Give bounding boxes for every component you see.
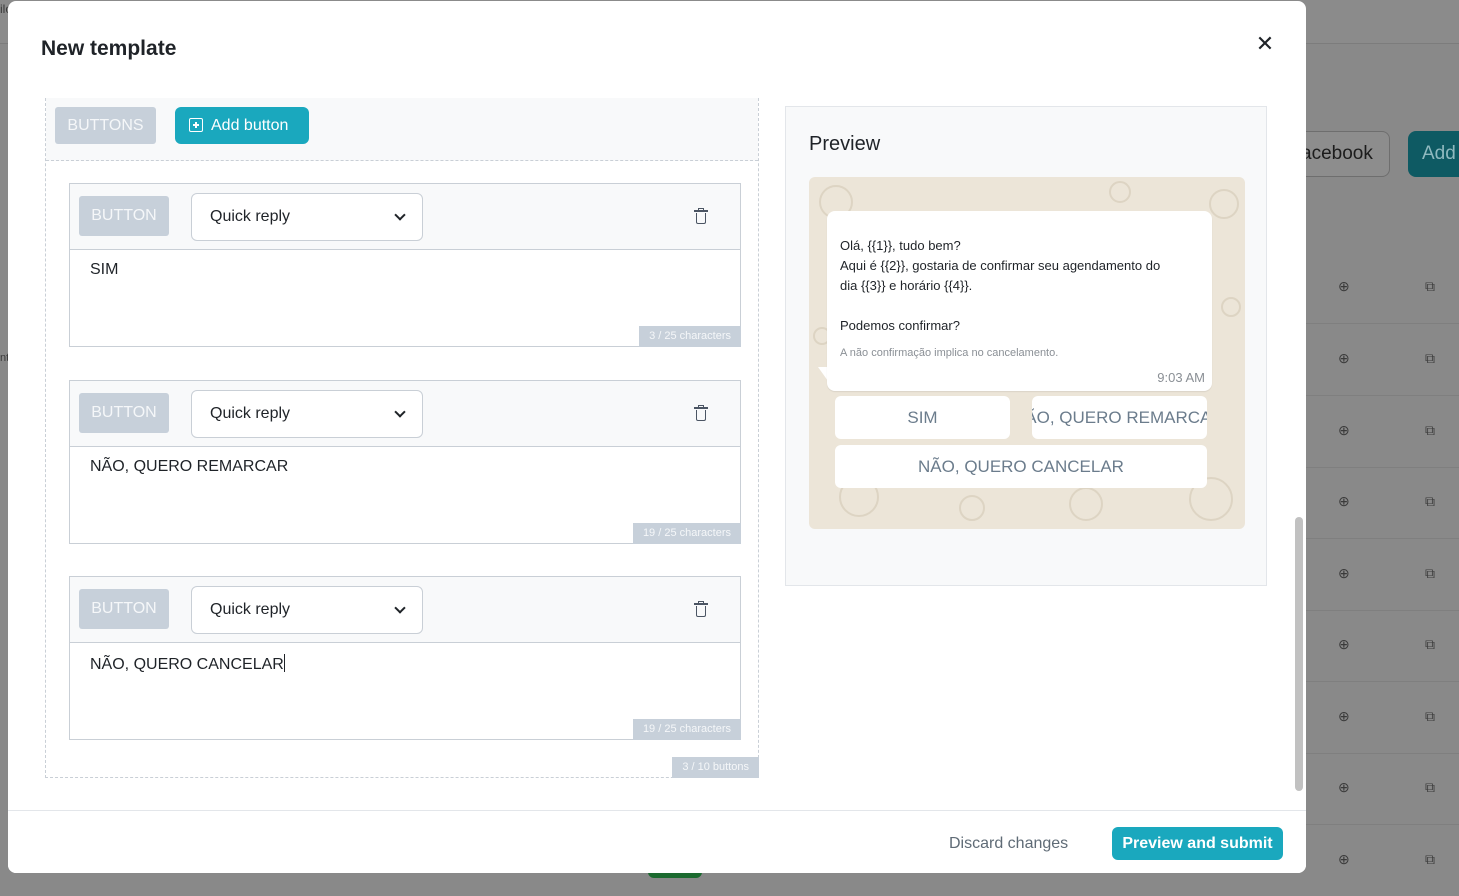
quick-reply-text: NÃO, QUERO REMARCAR: [1032, 408, 1207, 427]
buttons-counter: 3 / 10 buttons: [672, 757, 759, 778]
message-line: dia {{3}} e horário {{4}}.: [840, 278, 973, 293]
background-add-button: Add: [1408, 131, 1459, 177]
button-type-select[interactable]: Quick reply: [191, 586, 423, 634]
background-row: ⊕ ⧉: [1306, 467, 1459, 539]
copy-icon: ⧉: [1425, 708, 1435, 724]
message-bubble: Olá, {{1}}, tudo bem? Aqui é {{2}}, gost…: [827, 211, 1212, 391]
button-type-value: Quick reply: [210, 405, 291, 422]
modal-title: New template: [41, 37, 177, 60]
copy-icon: ⧉: [1425, 422, 1435, 438]
button-card-header: BUTTON Quick reply: [70, 381, 740, 447]
scrollbar-thumb[interactable]: [1295, 517, 1303, 791]
background-row: ⊕ ⧉: [1306, 610, 1459, 682]
buttons-tag: BUTTONS: [55, 107, 156, 144]
message-line: Olá, {{1}}, tudo bem?: [840, 238, 961, 253]
discard-changes-button[interactable]: Discard changes: [933, 827, 1084, 860]
add-link-icon: ⊕: [1338, 422, 1350, 438]
button-type-value: Quick reply: [210, 601, 291, 618]
add-link-icon: ⊕: [1338, 565, 1350, 581]
add-link-icon: ⊕: [1338, 350, 1350, 366]
button-type-select[interactable]: Quick reply: [191, 193, 423, 241]
button-type-select[interactable]: Quick reply: [191, 390, 423, 438]
button-tag: BUTTON: [79, 393, 169, 433]
character-counter: 19 / 25 characters: [632, 523, 741, 544]
buttons-section: BUTTONS Add button BUTTON Quick reply SI…: [45, 98, 759, 778]
add-link-icon: ⊕: [1338, 851, 1350, 867]
add-link-icon: ⊕: [1338, 493, 1350, 509]
text-caret: [283, 654, 285, 672]
message-footer: A não confirmação implica no cancelament…: [840, 347, 1059, 359]
button-tag: BUTTON: [79, 196, 169, 236]
chevron-down-icon: [394, 406, 406, 418]
button-text-input[interactable]: SIM: [90, 261, 118, 279]
trash-icon[interactable]: [694, 208, 708, 225]
button-card: BUTTON Quick reply NÃO, QUERO CANCELAR 1…: [69, 576, 741, 740]
plus-square-icon: [189, 118, 203, 132]
background-row: ⊕ ⧉: [1306, 682, 1459, 754]
add-link-icon: ⊕: [1338, 278, 1350, 294]
copy-icon: ⧉: [1425, 278, 1435, 294]
character-counter: 19 / 25 characters: [632, 719, 741, 740]
new-template-modal: New template ✕ BUTTONS Add button BUTTON…: [8, 1, 1306, 873]
background-row: ⊕ ⧉: [1306, 396, 1459, 468]
button-text-input[interactable]: NÃO, QUERO CANCELAR: [90, 654, 285, 674]
button-card-header: BUTTON Quick reply: [70, 184, 740, 250]
preview-title: Preview: [809, 133, 881, 155]
character-counter: 3 / 25 characters: [639, 326, 741, 347]
button-text-value: NÃO, QUERO CANCELAR: [90, 656, 284, 673]
close-icon[interactable]: ✕: [1253, 33, 1277, 57]
background-row: ⊕ ⧉: [1306, 252, 1459, 324]
background-row: ⊕ ⧉: [1306, 825, 1459, 896]
message-line: Podemos confirmar?: [840, 318, 960, 333]
chat-background: Olá, {{1}}, tudo bem? Aqui é {{2}}, gost…: [809, 177, 1245, 529]
message-line: Aqui é {{2}}, gostaria de confirmar seu …: [840, 258, 1161, 273]
add-link-icon: ⊕: [1338, 708, 1350, 724]
buttons-section-header: BUTTONS Add button: [46, 98, 758, 161]
button-tag: BUTTON: [79, 589, 169, 629]
button-card-header: BUTTON Quick reply: [70, 577, 740, 643]
trash-icon[interactable]: [694, 601, 708, 618]
chevron-down-icon: [394, 209, 406, 221]
button-card: BUTTON Quick reply SIM 3 / 25 characters: [69, 183, 741, 347]
background-row: ⊕ ⧉: [1306, 753, 1459, 825]
quick-reply-preview: NÃO, QUERO CANCELAR: [835, 445, 1207, 488]
copy-icon: ⧉: [1425, 851, 1435, 867]
copy-icon: ⧉: [1425, 350, 1435, 366]
message-time: 9:03 AM: [1157, 370, 1205, 385]
add-link-icon: ⊕: [1338, 636, 1350, 652]
quick-reply-preview: NÃO, QUERO REMARCAR: [1032, 396, 1207, 439]
background-row: ⊕ ⧉: [1306, 539, 1459, 611]
add-button[interactable]: Add button: [175, 107, 309, 144]
add-link-icon: ⊕: [1338, 779, 1350, 795]
modal-footer: Discard changes Preview and submit: [8, 810, 1306, 873]
quick-reply-preview: SIM: [835, 396, 1010, 439]
button-text-input[interactable]: NÃO, QUERO REMARCAR: [90, 458, 288, 476]
copy-icon: ⧉: [1425, 565, 1435, 581]
preview-and-submit-button[interactable]: Preview and submit: [1112, 827, 1283, 860]
copy-icon: ⧉: [1425, 493, 1435, 509]
button-type-value: Quick reply: [210, 208, 291, 225]
add-button-label: Add button: [211, 117, 289, 134]
copy-icon: ⧉: [1425, 779, 1435, 795]
trash-icon[interactable]: [694, 405, 708, 422]
button-card: BUTTON Quick reply NÃO, QUERO REMARCAR 1…: [69, 380, 741, 544]
background-row: ⊕ ⧉: [1306, 324, 1459, 396]
chevron-down-icon: [394, 602, 406, 614]
preview-panel: Preview Olá, {{1}}, tudo bem? Aqui é {{2…: [785, 106, 1267, 586]
copy-icon: ⧉: [1425, 636, 1435, 652]
